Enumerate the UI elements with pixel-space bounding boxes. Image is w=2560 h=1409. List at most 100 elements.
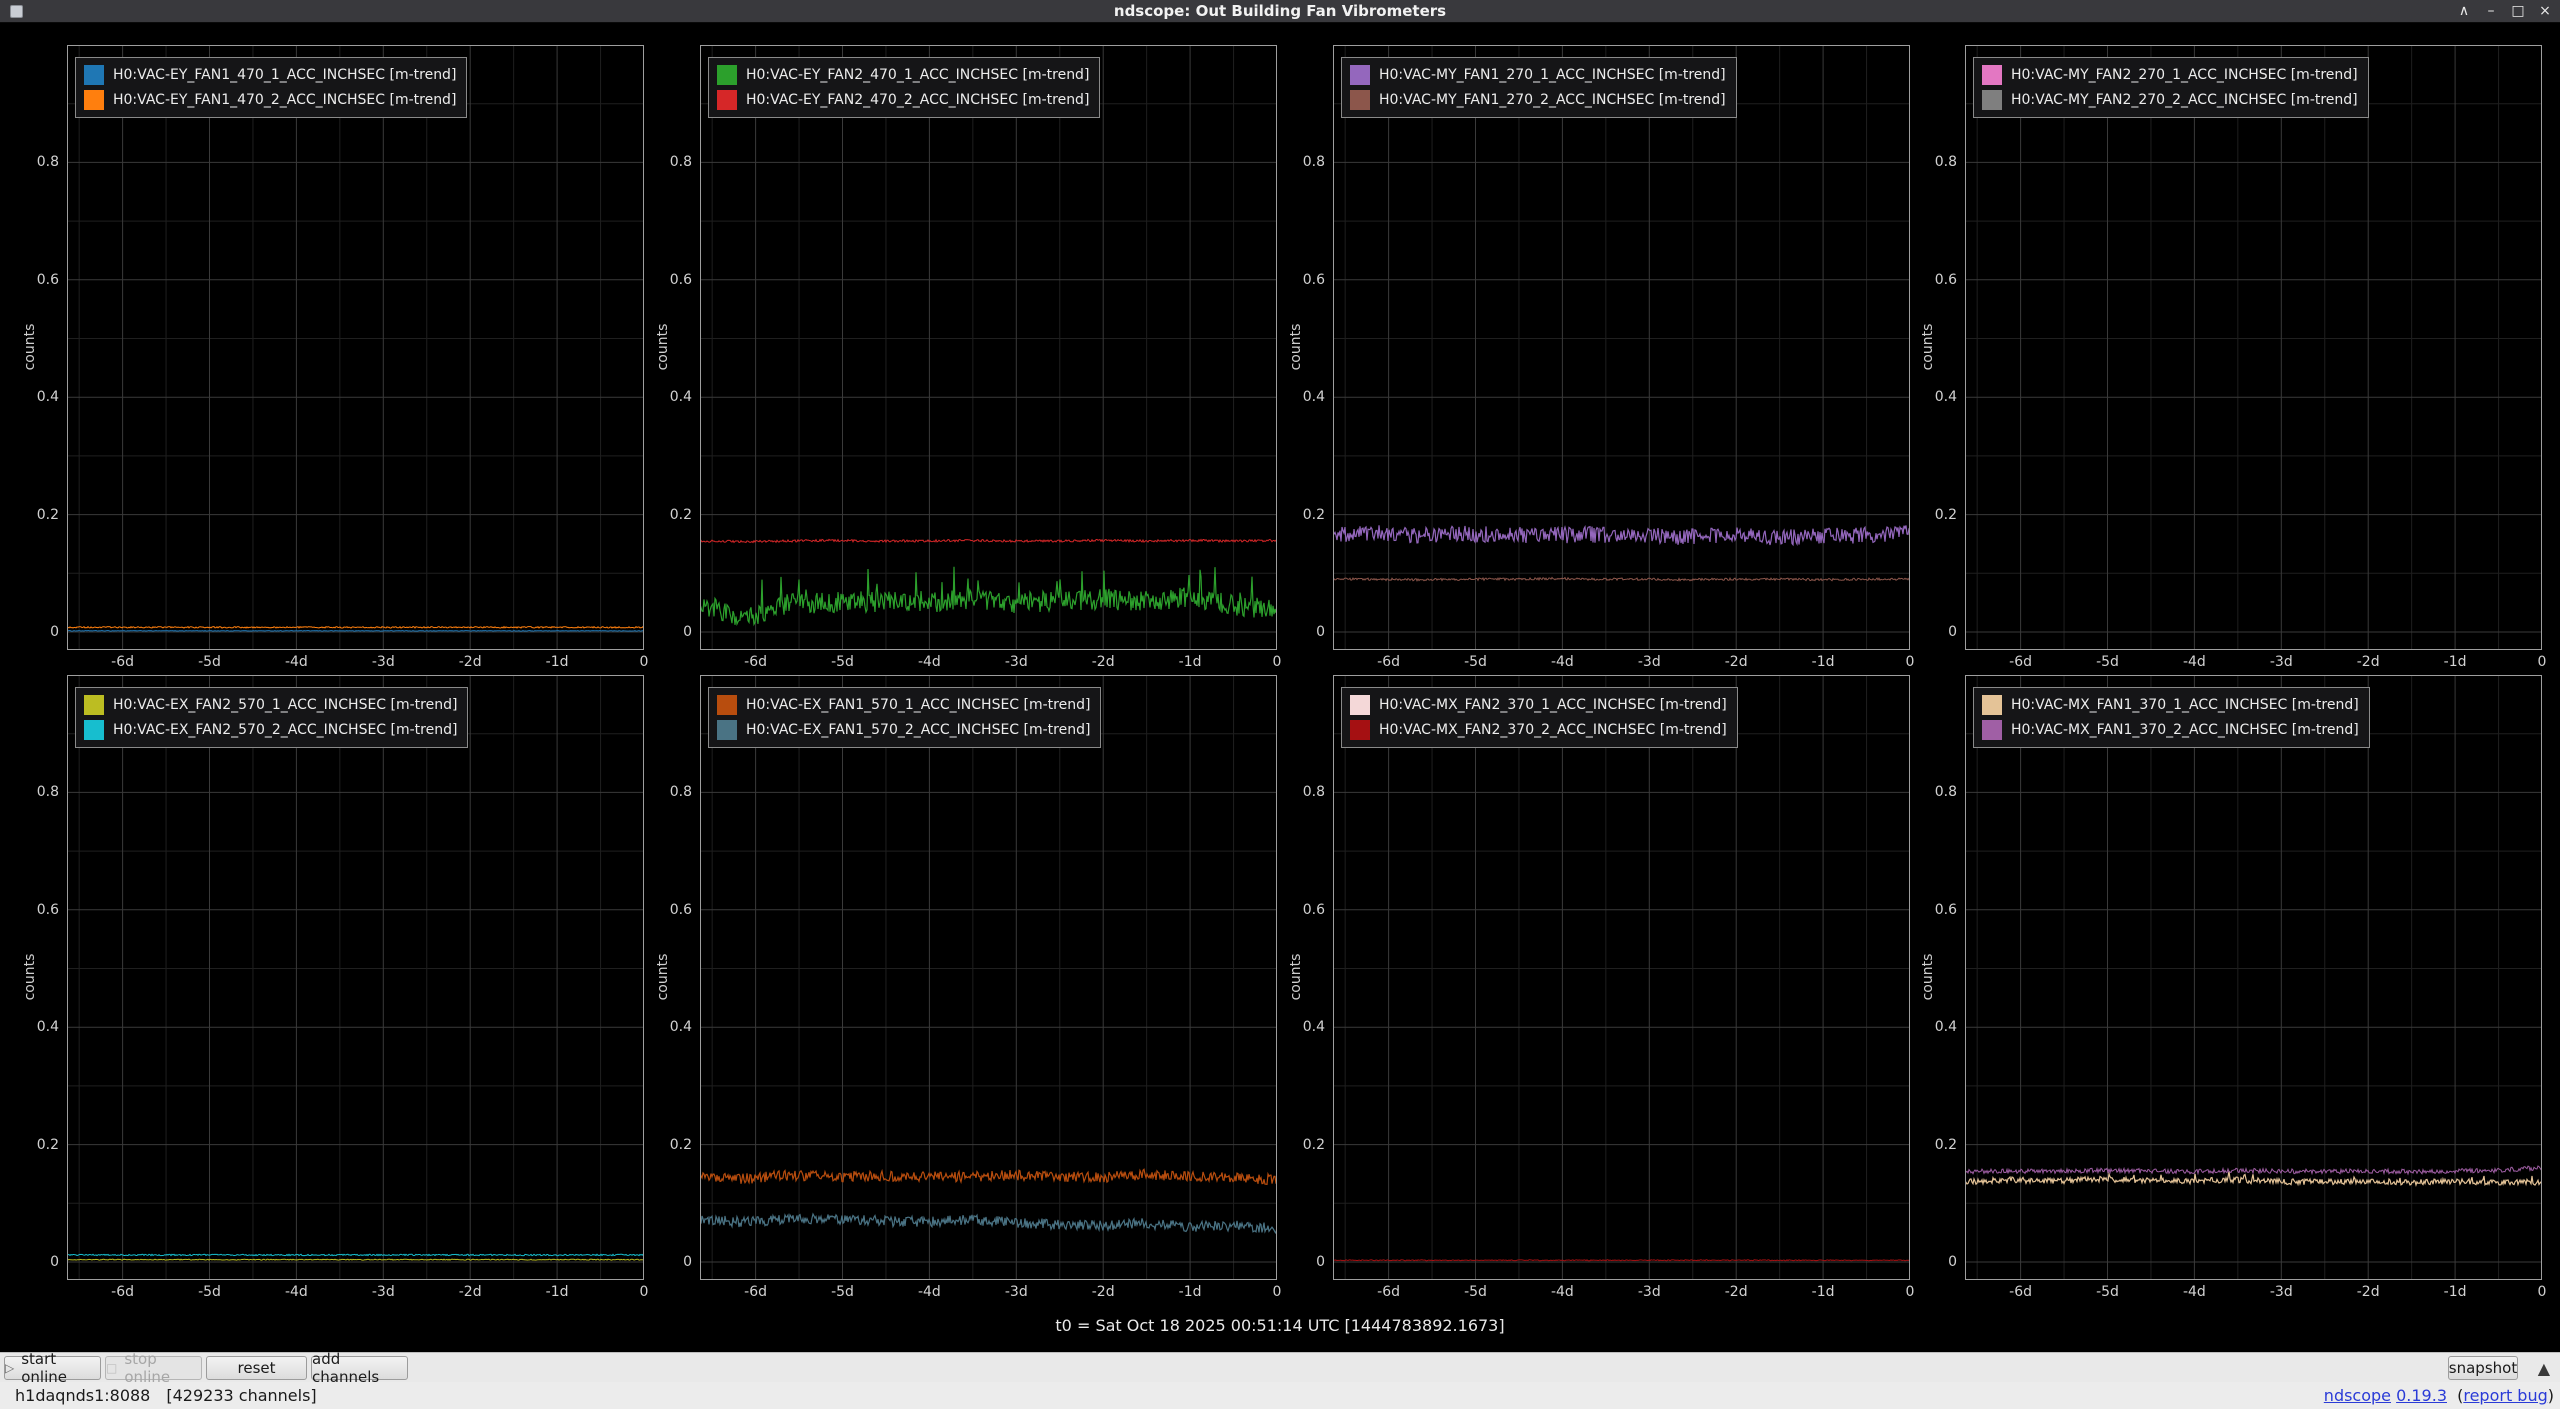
- window-title: ndscope: Out Building Fan Vibrometers: [0, 2, 2560, 20]
- plot-area[interactable]: [700, 675, 1277, 1280]
- ndscope-link[interactable]: ndscope: [2324, 1386, 2391, 1405]
- stop-online-button[interactable]: □ stop online: [105, 1356, 202, 1380]
- legend-swatch: [1350, 695, 1370, 715]
- y-tick-label: 0.6: [1914, 902, 1957, 919]
- y-axis-ticks: 0.80.60.40.20: [16, 45, 62, 650]
- x-tick-label: -1d: [1179, 1284, 1202, 1300]
- x-axis-ticks: -6d-5d-4d-3d-2d-1d0: [16, 654, 656, 674]
- add-channels-button[interactable]: add channels: [311, 1356, 408, 1380]
- x-tick-label: -2d: [2357, 1284, 2380, 1300]
- x-tick-label: -5d: [1464, 1284, 1487, 1300]
- snapshot-button[interactable]: snapshot: [2448, 1356, 2518, 1380]
- legend-label: H0:VAC-MY_FAN1_270_2_ACC_INCHSEC [m-tren…: [1379, 92, 1726, 108]
- paren-close: ): [2548, 1386, 2554, 1405]
- minimize-icon[interactable]: –: [2482, 0, 2500, 23]
- start-online-button[interactable]: ▷ start online: [4, 1356, 101, 1380]
- y-tick-label: 0.8: [16, 154, 59, 171]
- x-tick-label: -3d: [372, 654, 395, 670]
- plot-area[interactable]: [67, 45, 644, 650]
- y-tick-label: 0.2: [649, 1137, 692, 1154]
- plot-legend: H0:VAC-MX_FAN1_370_1_ACC_INCHSEC [m-tren…: [1973, 687, 2370, 748]
- plot-area[interactable]: [700, 45, 1277, 650]
- legend-item: H0:VAC-EX_FAN2_570_1_ACC_INCHSEC [m-tren…: [84, 695, 457, 715]
- x-tick-label: -1d: [2444, 1284, 2467, 1300]
- x-tick-label: 0: [1273, 654, 1282, 670]
- y-axis-ticks: 0.80.60.40.20: [1282, 45, 1328, 650]
- version-link[interactable]: 0.19.3: [2396, 1386, 2447, 1405]
- plot-legend: H0:VAC-EY_FAN1_470_1_ACC_INCHSEC [m-tren…: [75, 57, 467, 118]
- plot-panel: counts 0.80.60.40.20 -6d-5d-4d-3d-2d-1d0…: [1914, 45, 2550, 689]
- legend-swatch: [84, 720, 104, 740]
- x-axis-ticks: -6d-5d-4d-3d-2d-1d0: [1282, 654, 1922, 674]
- y-tick-label: 0.2: [1914, 1137, 1957, 1154]
- x-tick-label: -5d: [1464, 654, 1487, 670]
- legend-swatch: [1982, 90, 2002, 110]
- y-tick-label: 0.2: [16, 1137, 59, 1154]
- plot-legend: H0:VAC-EY_FAN2_470_1_ACC_INCHSEC [m-tren…: [708, 57, 1100, 118]
- plot-area[interactable]: [1965, 45, 2542, 650]
- x-tick-label: -6d: [1377, 654, 1400, 670]
- plot-area[interactable]: [1333, 675, 1910, 1280]
- y-tick-label: 0: [1914, 624, 1957, 641]
- collapse-triangle-icon[interactable]: ▲: [2538, 1359, 2550, 1378]
- legend-swatch: [1350, 65, 1370, 85]
- x-tick-label: -4d: [1551, 1284, 1574, 1300]
- reset-button[interactable]: reset: [206, 1356, 307, 1380]
- y-tick-label: 0: [1282, 624, 1325, 641]
- legend-item: H0:VAC-MX_FAN1_370_2_ACC_INCHSEC [m-tren…: [1982, 720, 2359, 740]
- plot-legend: H0:VAC-EX_FAN2_570_1_ACC_INCHSEC [m-tren…: [75, 687, 468, 748]
- shade-icon[interactable]: ∧: [2455, 0, 2473, 23]
- x-tick-label: -5d: [2096, 1284, 2119, 1300]
- toolbar: ▷ start online □ stop online reset add c…: [0, 1352, 2560, 1382]
- x-tick-label: -2d: [1092, 1284, 1115, 1300]
- close-icon[interactable]: ×: [2536, 0, 2554, 23]
- legend-item: H0:VAC-EY_FAN2_470_2_ACC_INCHSEC [m-tren…: [717, 90, 1089, 110]
- report-bug-link[interactable]: report bug: [2463, 1386, 2547, 1405]
- x-tick-label: -5d: [198, 654, 221, 670]
- x-tick-label: -6d: [111, 1284, 134, 1300]
- x-axis-ticks: -6d-5d-4d-3d-2d-1d0: [649, 654, 1289, 674]
- legend-label: H0:VAC-MY_FAN2_270_2_ACC_INCHSEC [m-tren…: [2011, 92, 2358, 108]
- y-tick-label: 0: [1282, 1254, 1325, 1271]
- channel-count: [429233 channels]: [166, 1386, 316, 1405]
- y-tick-label: 0.2: [1282, 507, 1325, 524]
- legend-swatch: [84, 65, 104, 85]
- y-tick-label: 0.6: [1914, 272, 1957, 289]
- x-tick-label: -4d: [2183, 654, 2206, 670]
- plot-grid: counts 0.80.60.40.20 -6d-5d-4d-3d-2d-1d0…: [0, 24, 2560, 1352]
- x-tick-label: -1d: [1179, 654, 1202, 670]
- trace: [1333, 1260, 1910, 1261]
- x-tick-label: -3d: [372, 1284, 395, 1300]
- x-tick-label: -1d: [1812, 1284, 1835, 1300]
- legend-label: H0:VAC-EX_FAN1_570_2_ACC_INCHSEC [m-tren…: [746, 722, 1090, 738]
- y-tick-label: 0.8: [16, 784, 59, 801]
- x-tick-label: -3d: [1005, 1284, 1028, 1300]
- x-axis-ticks: -6d-5d-4d-3d-2d-1d0: [16, 1284, 656, 1304]
- x-axis-ticks: -6d-5d-4d-3d-2d-1d0: [1282, 1284, 1922, 1304]
- status-bar: h1daqnds1:8088 [429233 channels] ndscope…: [0, 1382, 2560, 1409]
- legend-label: H0:VAC-EY_FAN2_470_1_ACC_INCHSEC [m-tren…: [746, 67, 1089, 83]
- maximize-icon[interactable]: □: [2509, 0, 2527, 23]
- play-icon: ▷: [5, 1361, 14, 1375]
- x-tick-label: -5d: [831, 654, 854, 670]
- y-tick-label: 0.6: [649, 272, 692, 289]
- plot-area[interactable]: [67, 675, 644, 1280]
- x-tick-label: 0: [2538, 654, 2547, 670]
- legend-label: H0:VAC-EY_FAN2_470_2_ACC_INCHSEC [m-tren…: [746, 92, 1089, 108]
- legend-swatch: [717, 90, 737, 110]
- plot-panel: counts 0.80.60.40.20 -6d-5d-4d-3d-2d-1d0…: [16, 675, 652, 1319]
- x-tick-label: -5d: [198, 1284, 221, 1300]
- y-tick-label: 0.4: [1282, 1019, 1325, 1036]
- legend-item: H0:VAC-EX_FAN1_570_1_ACC_INCHSEC [m-tren…: [717, 695, 1090, 715]
- plot-panel: counts 0.80.60.40.20 -6d-5d-4d-3d-2d-1d0…: [1282, 675, 1918, 1319]
- plot-area[interactable]: [1965, 675, 2542, 1280]
- legend-item: H0:VAC-MX_FAN2_370_2_ACC_INCHSEC [m-tren…: [1350, 720, 1727, 740]
- plot-legend: H0:VAC-MY_FAN2_270_1_ACC_INCHSEC [m-tren…: [1973, 57, 2369, 118]
- legend-swatch: [1350, 90, 1370, 110]
- legend-item: H0:VAC-EY_FAN1_470_1_ACC_INCHSEC [m-tren…: [84, 65, 456, 85]
- legend-swatch: [1350, 720, 1370, 740]
- y-tick-label: 0.4: [1282, 389, 1325, 406]
- x-tick-label: -3d: [2270, 654, 2293, 670]
- plot-area[interactable]: [1333, 45, 1910, 650]
- y-axis-ticks: 0.80.60.40.20: [1914, 675, 1960, 1280]
